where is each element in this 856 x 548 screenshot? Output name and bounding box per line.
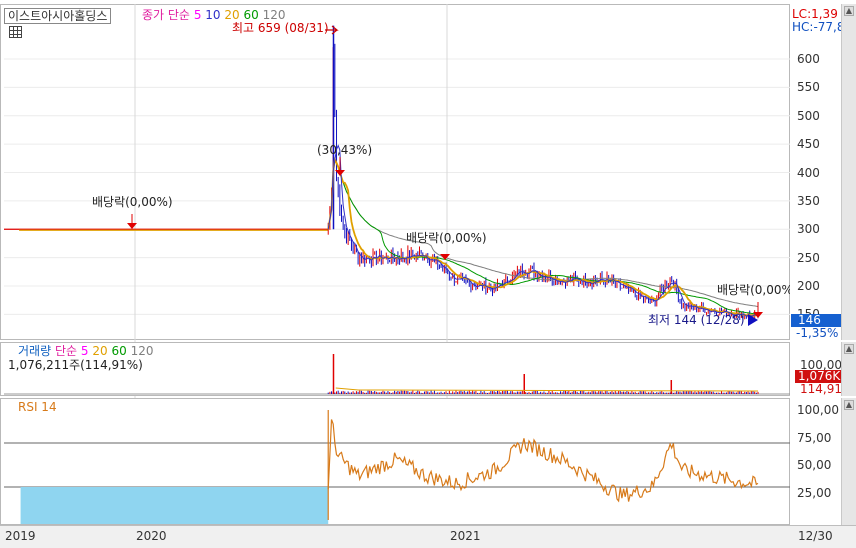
x-label-2021: 2021 xyxy=(450,529,481,543)
current-price: 146 xyxy=(798,313,821,327)
rsi-tick-label: 100,00 xyxy=(797,403,839,417)
price-tick-label: 300 xyxy=(797,222,820,237)
scroll-up-icon[interactable]: ▲ xyxy=(844,344,854,354)
x-label-2020: 2020 xyxy=(136,529,167,543)
rsi-line xyxy=(327,419,759,503)
x-axis: 2019 2020 2021 12/30 xyxy=(0,525,856,548)
price-scrollbar[interactable]: ▲ xyxy=(841,4,856,340)
price-tick-label: 550 xyxy=(797,80,820,95)
current-change: -1,35% xyxy=(796,326,839,340)
rsi-title: RSI 14 xyxy=(18,400,57,414)
x-date-label: 12/30 xyxy=(798,529,833,543)
rsi-tick-label: 50,00 xyxy=(797,458,832,472)
price-tick-label: 250 xyxy=(797,250,820,265)
scroll-up-icon[interactable]: ▲ xyxy=(844,6,854,16)
x-label-2019: 2019 xyxy=(5,529,36,543)
rsi-chart xyxy=(4,410,790,524)
price-tick-label: 500 xyxy=(797,108,820,123)
price-tick-label: 350 xyxy=(797,193,820,208)
rsi-tick-label: 25,00 xyxy=(797,485,832,500)
price-tick-label: 400 xyxy=(797,165,820,180)
scroll-up-icon[interactable]: ▲ xyxy=(844,400,854,410)
rsi-oversold-fill xyxy=(20,487,329,524)
price-tick-label: 450 xyxy=(797,137,820,152)
price-tick-label: 600 xyxy=(797,52,820,67)
rsi-scrollbar[interactable]: ▲ xyxy=(841,398,856,525)
price-tick-label: 200 xyxy=(797,278,820,293)
current-volume: 1,076K xyxy=(798,369,841,383)
lc-label: LC:1,39 xyxy=(792,7,838,21)
volume-scrollbar[interactable]: ▲ xyxy=(841,342,856,396)
rsi-tick-label: 75,00 xyxy=(797,430,832,445)
